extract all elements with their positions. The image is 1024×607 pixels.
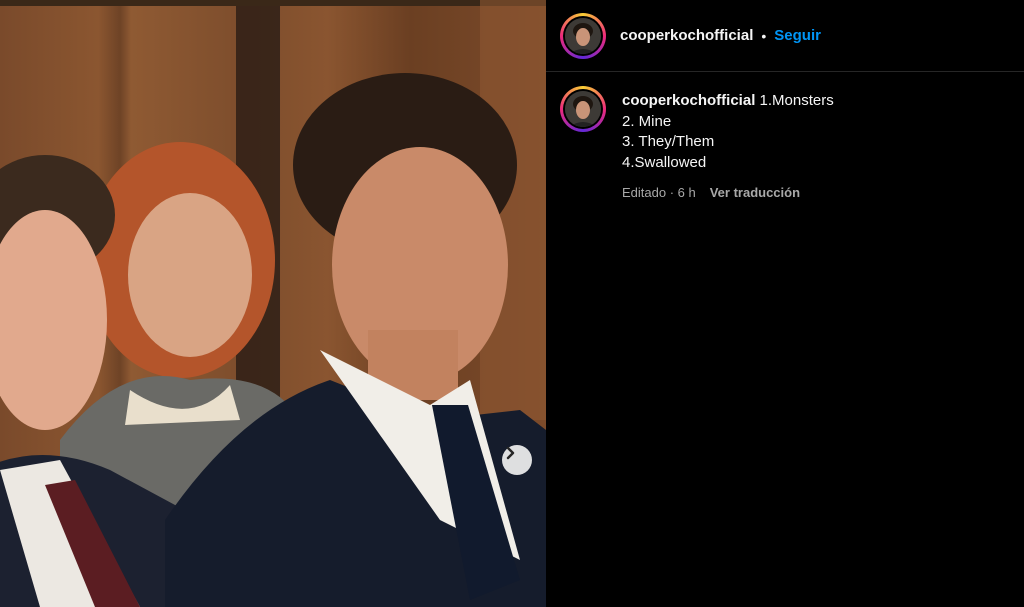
separator-dot: • [761,27,767,44]
avatar [565,17,601,54]
header-username[interactable]: cooperkochofficial [620,27,753,44]
story-ring[interactable] [560,12,606,59]
caption-avatar [565,91,601,127]
post-header: cooperkochofficial • Seguir [546,0,1024,72]
caption-line-2: 2. Mine [622,112,672,130]
caption-text: cooperkochofficial 1.Monsters 2. Mine 3.… [622,91,834,204]
see-translation-link[interactable]: Ver traducción [710,183,800,204]
caption-block: cooperkochofficial 1.Monsters 2. Mine 3.… [546,72,1024,204]
post-details-panel: cooperkochofficial • Seguir cooperkochof… [546,0,1024,607]
chevron-right-icon [506,446,515,460]
caption-line: cooperkochofficial 1.Monsters [622,91,834,112]
courtroom-photo [0,0,546,607]
caption-line-4: 4.Swallowed [622,153,707,171]
caption-line-1: 1.Monsters [759,92,834,109]
caption-meta: Editado · 6 h Ver traducción [622,183,834,204]
caption-username[interactable]: cooperkochofficial [622,92,755,109]
edited-timestamp: Editado · 6 h [622,185,696,200]
caption-line-3: 3. They/Them [622,133,715,150]
follow-button[interactable]: Seguir [774,27,821,44]
post-photo [0,0,546,607]
caption-story-ring[interactable] [560,86,606,132]
next-photo-button[interactable] [502,445,532,475]
